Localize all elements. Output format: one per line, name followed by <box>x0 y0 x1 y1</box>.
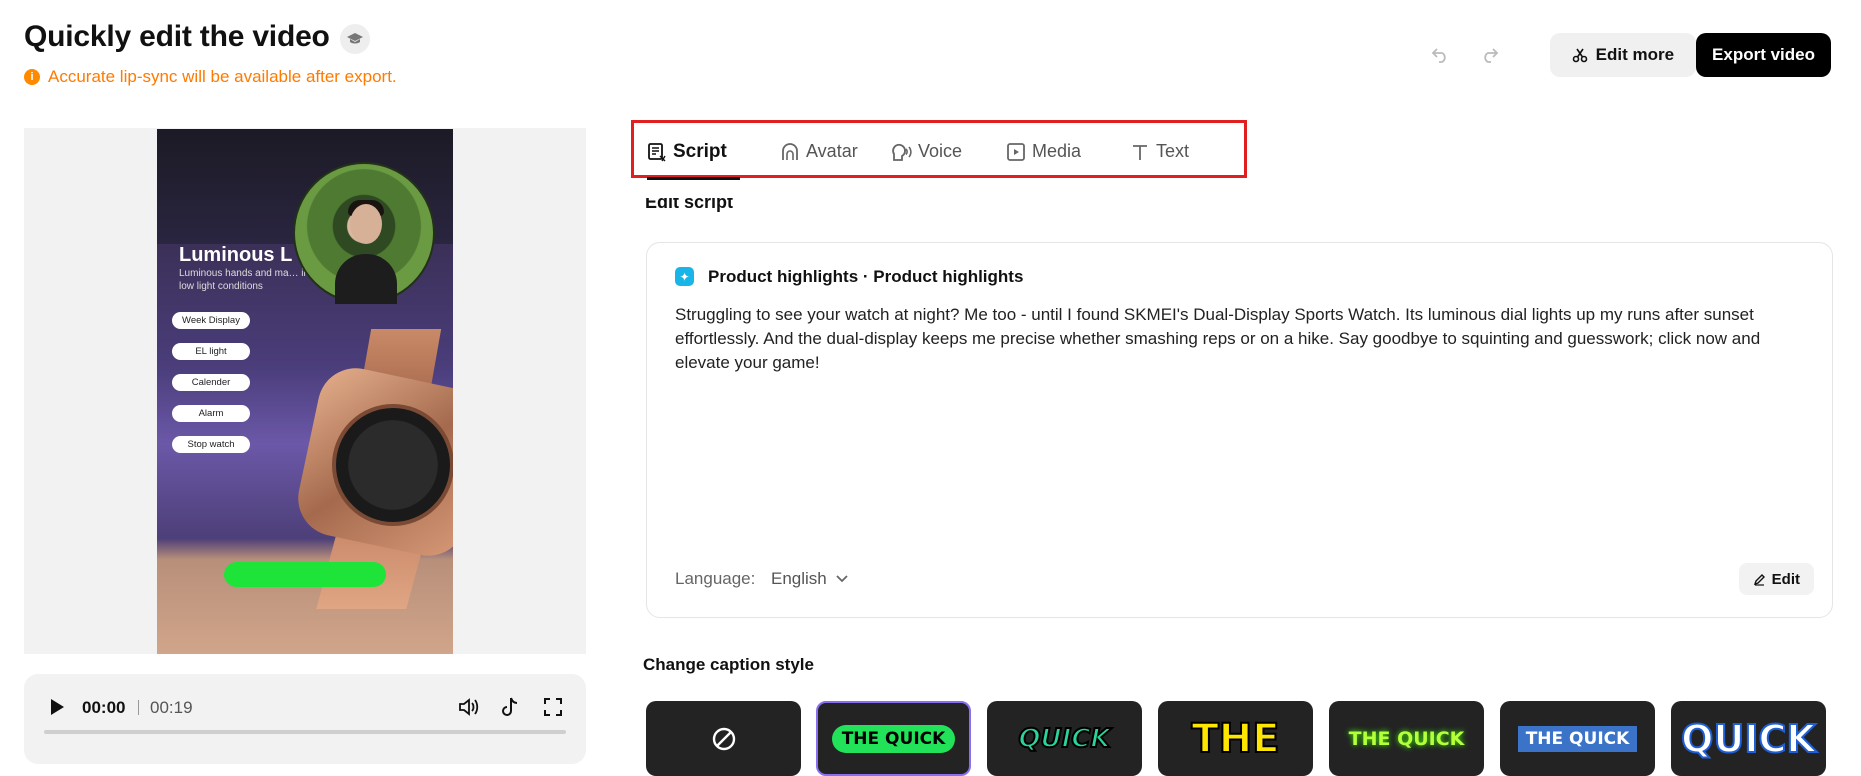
feature-pill: Calender <box>172 374 250 391</box>
tutorial-hat-icon[interactable] <box>340 24 370 54</box>
feature-pill: Alarm <box>172 405 250 422</box>
tab-text[interactable]: Text <box>1130 141 1189 162</box>
tab-avatar-label: Avatar <box>806 141 858 161</box>
caption-style-none[interactable] <box>646 701 801 776</box>
caption-placeholder-bar <box>224 562 386 587</box>
feature-pill: Stop watch <box>172 436 250 453</box>
video-preview[interactable]: Luminous L Luminous hands and ma… in low… <box>157 129 453 654</box>
editor-tabs: Script Avatar Voice Media Text <box>631 120 1247 180</box>
ai-sparkle-icon: ✦ <box>675 267 694 286</box>
redo-icon[interactable] <box>1470 35 1510 75</box>
avatar-face <box>350 204 382 244</box>
chevron-down-icon <box>836 575 848 583</box>
tab-text-label: Text <box>1156 141 1190 161</box>
video-product-title: Luminous L <box>179 244 293 266</box>
text-icon <box>1133 144 1147 160</box>
tab-script-label: Script <box>673 141 727 162</box>
pencil-icon <box>1753 573 1765 586</box>
tiktok-icon[interactable] <box>498 694 524 720</box>
undo-icon[interactable] <box>1420 35 1460 75</box>
feature-pill: Week Display <box>172 312 250 329</box>
caption-style-green-glow[interactable]: THE QUICK <box>1329 701 1484 776</box>
caption-style-white-outline[interactable]: QUICK <box>1671 701 1826 776</box>
caption-sample: QUICK <box>1017 723 1111 755</box>
lip-sync-notice: i Accurate lip-sync will be available af… <box>24 67 397 87</box>
video-product-subtitle: Luminous hands and ma… in low light cond… <box>179 268 310 292</box>
tab-voice-label: Voice <box>918 141 963 161</box>
tab-script[interactable]: Script <box>647 141 727 163</box>
total-time: 00:19 <box>150 698 193 717</box>
caption-sample: THE <box>1190 715 1280 763</box>
caption-style-teal-italic[interactable]: QUICK <box>987 701 1142 776</box>
scissors-icon <box>1572 48 1587 63</box>
voice-icon <box>892 143 912 161</box>
script-editor-card: ✦ Product highlights · Product highlight… <box>646 242 1833 618</box>
language-label: Language: <box>675 569 756 588</box>
watch-image <box>287 329 453 609</box>
top-actions: Edit more Export video <box>1420 33 1831 77</box>
info-icon: i <box>24 69 40 85</box>
avatar-body <box>335 254 397 304</box>
script-heading: Product highlights · Product highlights <box>708 267 1024 286</box>
volume-icon[interactable] <box>456 694 482 720</box>
no-caption-icon <box>712 727 735 750</box>
feature-pill: EL light <box>172 343 250 360</box>
export-video-button[interactable]: Export video <box>1696 33 1831 77</box>
play-icon[interactable] <box>44 694 70 720</box>
tab-media-label: Media <box>1032 141 1082 161</box>
script-text[interactable]: Struggling to see your watch at night? M… <box>675 303 1805 375</box>
page-title: Quickly edit the video <box>24 20 330 53</box>
caption-style-green-pill[interactable]: THE QUICK <box>816 701 971 776</box>
language-value: English <box>771 569 827 588</box>
avatar-icon <box>782 142 798 160</box>
active-tab-indicator <box>647 177 740 180</box>
edit-more-button[interactable]: Edit more <box>1549 33 1697 77</box>
tab-avatar[interactable]: Avatar <box>780 141 858 162</box>
tab-media[interactable]: Media <box>1006 141 1081 162</box>
edit-script-button[interactable]: Edit <box>1738 563 1814 595</box>
language-select[interactable]: English <box>771 569 849 589</box>
caption-sample: QUICK <box>1680 716 1817 762</box>
caption-style-title: Change caption style <box>643 655 814 674</box>
avatar-overlay <box>293 162 435 304</box>
time-divider <box>138 700 139 715</box>
caption-style-yellow-bold[interactable]: THE <box>1158 701 1313 776</box>
edit-script-label: Edit script <box>645 198 734 212</box>
current-time: 00:00 <box>82 698 126 717</box>
notice-text: Accurate lip-sync will be available afte… <box>48 67 397 86</box>
script-icon <box>648 143 666 162</box>
edit-label: Edit <box>1771 570 1800 588</box>
caption-sample: THE QUICK <box>1517 725 1638 752</box>
tab-voice[interactable]: Voice <box>890 141 962 162</box>
edit-more-label: Edit more <box>1595 45 1675 64</box>
video-player-controls: 00:00 00:19 <box>24 674 586 764</box>
caption-sample: THE QUICK <box>831 724 956 753</box>
media-icon <box>1007 142 1025 161</box>
fullscreen-icon[interactable] <box>540 694 566 720</box>
video-progress-track[interactable] <box>44 730 566 734</box>
caption-sample: THE QUICK <box>1348 727 1465 750</box>
caption-style-blue-box[interactable]: THE QUICK <box>1500 701 1655 776</box>
